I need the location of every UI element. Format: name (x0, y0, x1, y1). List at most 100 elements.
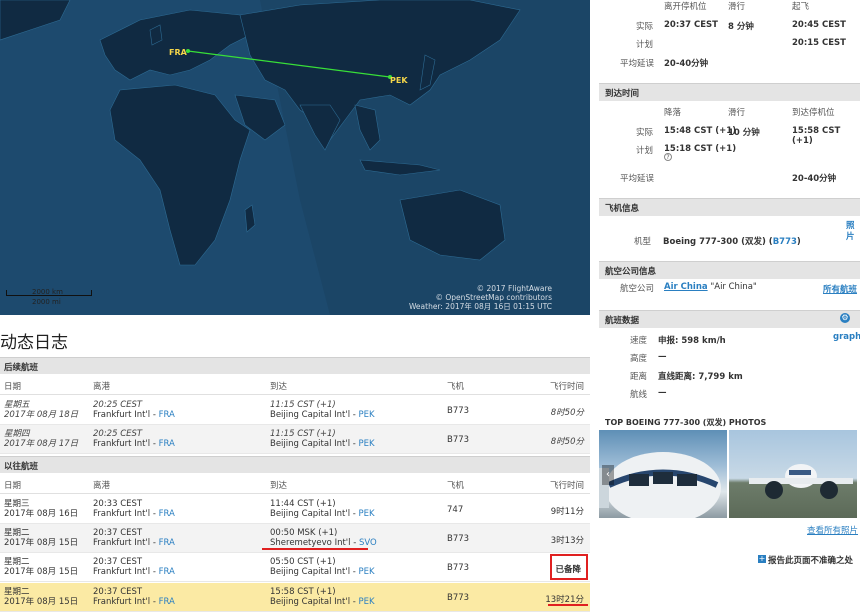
dep-planned-takeoff: 20:15 CEST (792, 38, 846, 48)
table-row[interactable]: 星期五 2017年 08月 18日 20:25 CEST Frankfurt Int… (0, 396, 590, 425)
dep-actual-label: 实际 (636, 22, 654, 32)
aircraft-photo-link[interactable]: 照片 (846, 221, 858, 243)
aircraft-code-link[interactable]: B773 (773, 237, 797, 247)
row-aircraft: B773 (447, 593, 470, 603)
dep-avg-delay: 20-40分钟 (664, 59, 709, 69)
aircraft-photo-2[interactable] (729, 430, 857, 518)
dep-airport-link[interactable]: FRA (159, 439, 175, 449)
diversion-underline (262, 548, 368, 550)
row-duration: 8时50分 (550, 437, 584, 447)
aircraft-type-value: Boeing 777-300 (双发) (B773) (663, 237, 801, 247)
attrib-flightaware: © 2017 FlightAware (476, 284, 552, 293)
table-row[interactable]: 星期四 2017年 08月 17日 20:25 CEST Frankfurt Int… (0, 425, 590, 454)
see-all-photos-link[interactable]: 查看所有照片 (807, 524, 858, 536)
airline-label: 航空公司 (620, 284, 655, 294)
flight-data-section-header: 航班数据 (599, 310, 860, 328)
row-arrival: 11:15 CST (+1) Beijing Capital Int'l - PE… (270, 400, 375, 420)
scale-km: 2000 km (32, 288, 63, 296)
row-departure: 20:25 CEST Frankfurt Int'l - FRA (93, 400, 175, 420)
plus-icon[interactable]: + (758, 555, 766, 563)
row-departure: 20:25 CEST Frankfurt Int'l - FRA (93, 429, 175, 449)
gear-icon[interactable]: ⚙ (840, 313, 850, 323)
row-arrival: 11:15 CST (+1) Beijing Capital Int'l - PE… (270, 429, 375, 449)
arr-col-taxi: 滑行 (728, 108, 746, 118)
row-aircraft: B773 (447, 534, 470, 544)
dep-airport-link[interactable]: FRA (159, 509, 175, 519)
dep-col-gate: 离开停机位 (664, 2, 707, 12)
scale-mi: 2000 mi (32, 298, 61, 306)
airline-name-link[interactable]: Air China (664, 282, 708, 292)
col-date: 日期 (4, 382, 22, 392)
arrival-section-header: 到达时间 (599, 83, 860, 101)
row-duration: 8时50分 (550, 408, 584, 418)
attrib-osm[interactable]: © OpenStreetMap contributors (409, 293, 552, 302)
table-row[interactable]: 星期三 2017年 08月 16日 20:33 CEST Frankfurt Int… (0, 495, 590, 524)
row-date: 星期四 2017年 08月 17日 (4, 429, 79, 449)
dep-airport-link[interactable]: FRA (159, 538, 175, 548)
dep-airport-link[interactable]: FRA (159, 567, 175, 577)
row-aircraft: B773 (447, 563, 470, 573)
past-columns-header: 日期 离港 到达 飞机 飞行时间 (0, 473, 590, 494)
arr-airport-link[interactable]: SVO (359, 538, 377, 548)
row-date: 星期二 2017年 08月 15日 (4, 587, 79, 607)
graph-link[interactable]: graph (833, 332, 860, 342)
duration-underline (548, 604, 588, 606)
activity-log-title: 动态日志 (0, 333, 68, 353)
col-aircraft: 飞机 (447, 481, 465, 491)
arr-avg-delay: 20-40分钟 (792, 174, 837, 184)
arr-col-gate: 到达停机位 (792, 108, 835, 118)
col-duration: 飞行时间 (549, 382, 584, 392)
dep-avg-delay-label: 平均延误 (620, 59, 655, 69)
aircraft-type-label: 机型 (634, 237, 652, 247)
dep-airport-link[interactable]: FRA (159, 410, 175, 420)
arr-airport-link[interactable]: PEK (359, 509, 375, 519)
arr-planned-label: 计划 (636, 146, 654, 156)
altitude-value: — (658, 352, 667, 362)
row-arrival: 05:50 CST (+1) Beijing Capital Int'l - PE… (270, 557, 375, 577)
speed-value: 申报: 598 km/h (658, 336, 726, 346)
speed-label: 速度 (630, 336, 648, 346)
arr-airport-link[interactable]: PEK (359, 567, 375, 577)
arr-avg-delay-label: 平均延误 (620, 174, 655, 184)
col-date: 日期 (4, 481, 22, 491)
row-date: 星期五 2017年 08月 18日 (4, 400, 79, 420)
map-attribution: © 2017 FlightAware © OpenStreetMap contr… (409, 284, 552, 311)
distance-value: 直线距离: 7,799 km (658, 372, 743, 382)
help-icon[interactable]: ? (664, 153, 672, 161)
route-label: 航线 (630, 390, 648, 400)
row-duration: 9时11分 (550, 507, 584, 517)
dep-col-takeoff: 起飞 (792, 2, 810, 12)
row-arrival: 00:50 MSK (+1) Sheremetyevo Int'l - SVO (270, 528, 377, 548)
row-departure: 20:33 CEST Frankfurt Int'l - FRA (93, 499, 175, 519)
origin-label[interactable]: FRA (169, 48, 187, 57)
aircraft-photo-1[interactable] (599, 430, 727, 518)
row-aircraft: 747 (447, 505, 464, 515)
dep-planned-label: 计划 (636, 40, 654, 50)
chevron-left-icon[interactable]: ‹ (602, 465, 614, 485)
row-departure: 20:37 CEST Frankfurt Int'l - FRA (93, 528, 175, 548)
dep-actual-takeoff: 20:45 CEST (792, 20, 846, 30)
arr-actual-label: 实际 (636, 128, 654, 138)
arr-airport-link[interactable]: PEK (359, 439, 375, 449)
airline-section-header: 航空公司信息 (599, 261, 860, 279)
row-arrival: 15:58 CST (+1) Beijing Capital Int'l - PE… (270, 587, 375, 607)
report-inaccuracy-link[interactable]: 报告此页面不准确之处 (768, 554, 853, 566)
destination-label[interactable]: PEK (390, 76, 408, 85)
arr-airport-link[interactable]: PEK (359, 597, 375, 607)
arr-actual-gate: 15:58 CST (+1) (792, 126, 841, 146)
route-value: — (658, 388, 667, 398)
dep-airport-link[interactable]: FRA (159, 597, 175, 607)
past-flights-header: 以往航班 (0, 456, 590, 473)
flight-map[interactable]: FRA PEK 2000 km 2000 mi © 2017 FlightAwa… (0, 0, 590, 315)
table-row[interactable]: 星期二 2017年 08月 15日 20:37 CEST Frankfurt Int… (0, 553, 590, 582)
airline-value: Air China "Air China" (664, 282, 757, 292)
dep-col-taxi: 滑行 (728, 2, 746, 12)
row-date: 星期二 2017年 08月 15日 (4, 528, 79, 548)
arr-airport-link[interactable]: PEK (359, 410, 375, 420)
altitude-label: 高度 (630, 354, 648, 364)
all-flights-link[interactable]: 所有航班 (823, 283, 857, 295)
row-departure: 20:37 CEST Frankfurt Int'l - FRA (93, 587, 175, 607)
table-row-highlighted[interactable]: 星期二 2017年 08月 15日 20:37 CEST Frankfurt Int… (0, 583, 590, 612)
arr-actual-land: 15:48 CST (+1) (664, 126, 737, 136)
col-dep: 离港 (93, 481, 111, 491)
